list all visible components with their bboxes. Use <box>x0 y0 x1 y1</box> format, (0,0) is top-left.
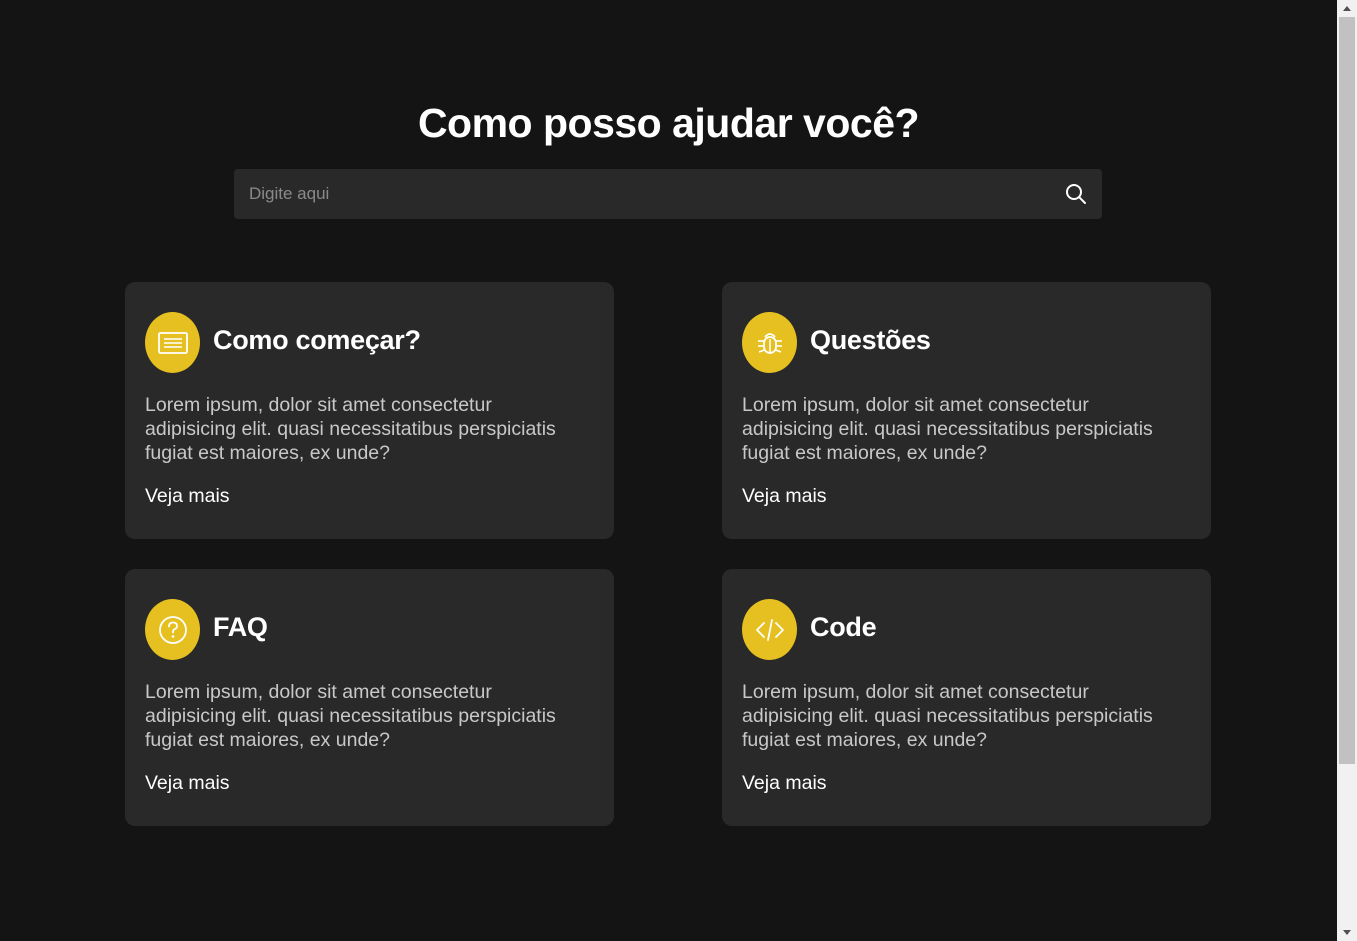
help-center-page: Como posso ajudar você? Como começar? Lo… <box>0 0 1337 941</box>
card-description: Lorem ipsum, dolor sit amet consectetur … <box>145 394 556 464</box>
triangle-down-icon <box>1343 930 1351 935</box>
card-icon-badge <box>145 312 200 373</box>
card-icon-badge <box>742 312 797 373</box>
search-input[interactable] <box>234 169 1054 219</box>
scroll-down-button[interactable] <box>1337 924 1357 941</box>
vertical-scrollbar[interactable] <box>1337 0 1357 941</box>
card-code: Code Lorem ipsum, dolor sit amet consect… <box>722 569 1211 826</box>
page-title: Como posso ajudar você? <box>417 100 920 146</box>
card-title: Questões <box>810 325 931 355</box>
scrollbar-thumb[interactable] <box>1339 17 1355 764</box>
see-more-link[interactable]: Veja mais <box>145 485 230 508</box>
card-questions: Questões Lorem ipsum, dolor sit amet con… <box>722 282 1211 539</box>
card-title: FAQ <box>213 612 268 642</box>
search-button[interactable] <box>1062 180 1090 208</box>
triangle-up-icon <box>1343 6 1351 11</box>
card-description: Lorem ipsum, dolor sit amet consectetur … <box>742 681 1153 751</box>
card-icon-badge <box>742 599 797 660</box>
see-more-link[interactable]: Veja mais <box>145 772 230 795</box>
search-bar <box>234 169 1102 219</box>
card-description: Lorem ipsum, dolor sit amet consectetur … <box>742 394 1153 464</box>
see-more-link[interactable]: Veja mais <box>742 772 827 795</box>
scroll-up-button[interactable] <box>1337 0 1357 17</box>
bug-icon <box>757 332 782 354</box>
card-title: Como começar? <box>213 325 421 355</box>
card-faq: FAQ Lorem ipsum, dolor sit amet consecte… <box>125 569 614 826</box>
card-icon-badge <box>145 599 200 660</box>
search-icon <box>1066 184 1086 204</box>
card-title: Code <box>810 612 877 642</box>
card-description: Lorem ipsum, dolor sit amet consectetur … <box>145 681 556 751</box>
card-getting-started: Como começar? Lorem ipsum, dolor sit ame… <box>125 282 614 539</box>
question-circle-icon <box>158 615 187 644</box>
document-icon <box>157 331 188 354</box>
see-more-link[interactable]: Veja mais <box>742 485 827 508</box>
code-icon <box>755 618 784 641</box>
